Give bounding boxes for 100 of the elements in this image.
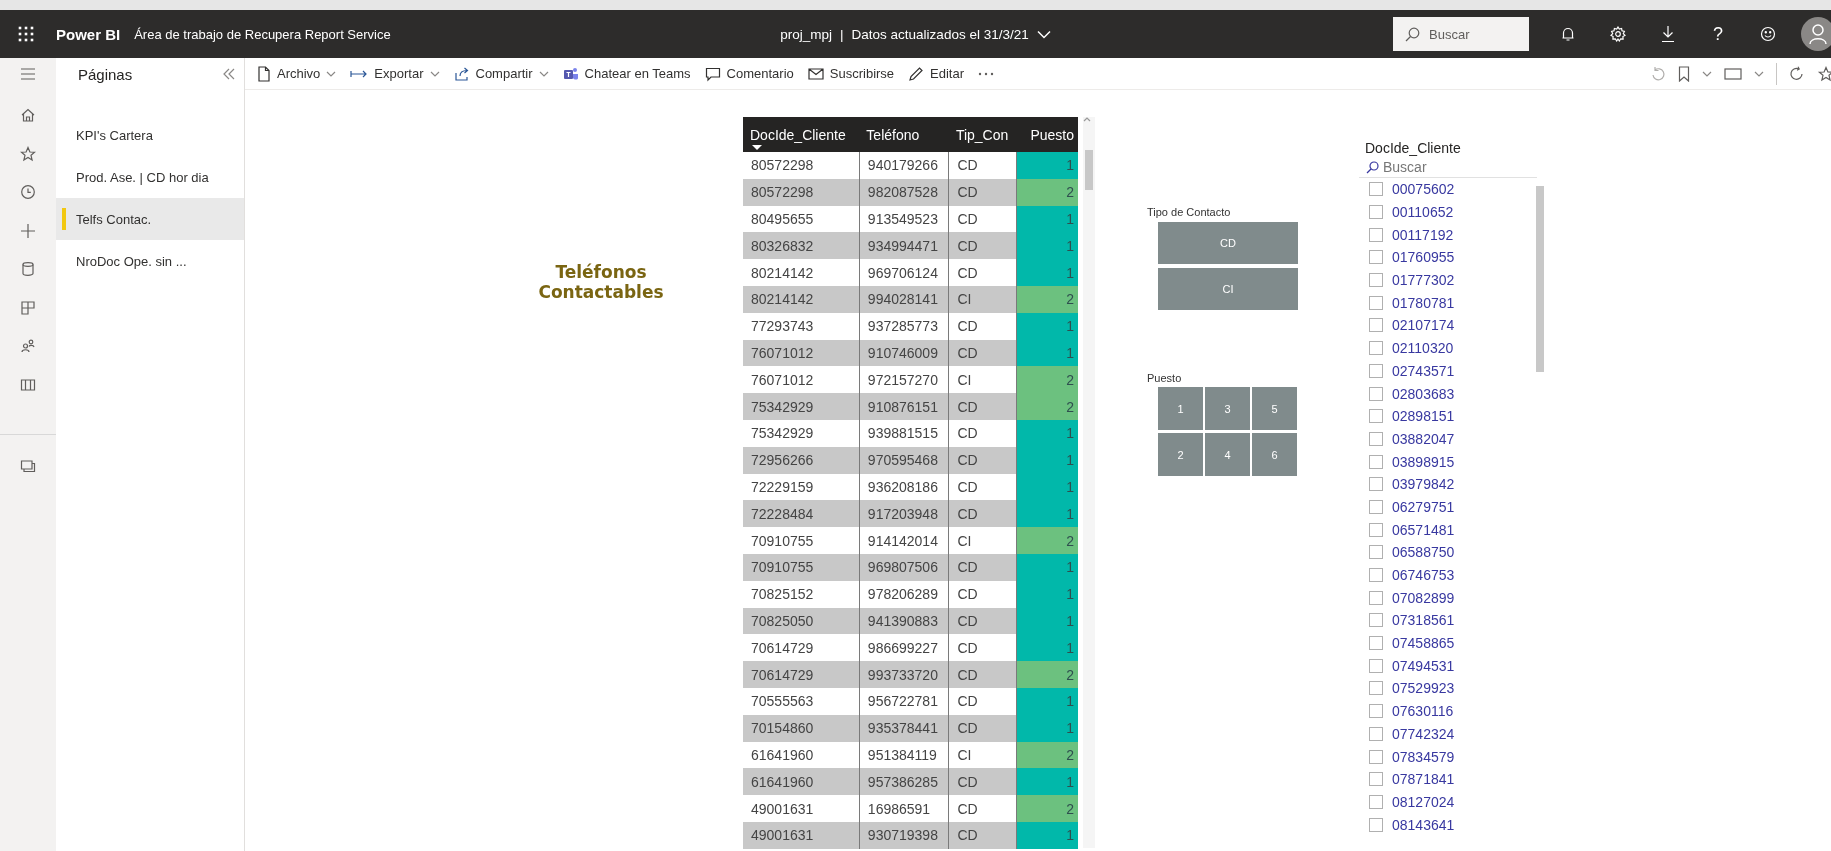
column-header[interactable]: Tip_Con xyxy=(948,117,1017,152)
collapse-icon[interactable] xyxy=(222,68,236,80)
checkbox[interactable] xyxy=(1369,295,1383,310)
checkbox[interactable] xyxy=(1369,386,1383,401)
mail-icon[interactable] xyxy=(807,66,824,81)
checkbox[interactable] xyxy=(1369,772,1383,787)
toolbar-button[interactable]: Archivo xyxy=(257,65,337,82)
checkbox[interactable] xyxy=(1369,318,1383,333)
slicer-item[interactable]: 01777302 xyxy=(1392,272,1455,289)
checkbox[interactable] xyxy=(1369,250,1383,265)
apps-icon[interactable] xyxy=(18,26,34,42)
chevron-icon[interactable] xyxy=(1036,29,1051,39)
slicer-button[interactable]: 5 xyxy=(1252,387,1297,430)
slicer-item[interactable]: 02107174 xyxy=(1392,317,1455,334)
slicer-item[interactable]: 06571481 xyxy=(1392,521,1455,538)
slicer-button[interactable]: 3 xyxy=(1205,387,1250,430)
scrollbar[interactable] xyxy=(1083,117,1095,848)
slicer-item[interactable]: 07529923 xyxy=(1392,680,1455,697)
checkbox[interactable] xyxy=(1369,273,1383,288)
checkbox[interactable] xyxy=(1369,454,1383,469)
toolbar-button[interactable]: Comentario xyxy=(704,65,794,82)
slicer-button[interactable]: 1 xyxy=(1158,387,1203,430)
checkbox[interactable] xyxy=(1369,182,1383,197)
download-icon[interactable] xyxy=(1661,25,1675,43)
checkbox[interactable] xyxy=(1369,205,1383,220)
plus-icon[interactable] xyxy=(20,222,36,239)
bookmark-icon[interactable] xyxy=(1678,65,1690,82)
column-header[interactable]: Teléfono xyxy=(859,117,949,152)
toolbar-button[interactable]: Exportar xyxy=(350,66,440,81)
slicer-item[interactable]: 07834579 xyxy=(1392,748,1455,765)
checkbox[interactable] xyxy=(1369,545,1383,560)
slicer-item[interactable]: 07318561 xyxy=(1392,612,1455,629)
slicer-item[interactable]: 02803683 xyxy=(1392,385,1455,402)
clock-icon[interactable] xyxy=(20,184,36,201)
pencil-icon[interactable] xyxy=(908,65,925,82)
checkbox[interactable] xyxy=(1369,794,1383,809)
checkbox[interactable] xyxy=(1369,409,1383,424)
checkbox[interactable] xyxy=(1369,499,1383,514)
slicer-button[interactable]: CI xyxy=(1158,268,1298,310)
slicer-item[interactable]: 03898915 xyxy=(1392,453,1455,470)
undo-icon[interactable] xyxy=(1650,65,1666,82)
slicer-item[interactable]: 03882047 xyxy=(1392,430,1455,447)
slicer-item[interactable]: 02898151 xyxy=(1392,408,1455,425)
slicer-item[interactable]: 07630116 xyxy=(1392,703,1454,720)
slicer-item[interactable]: 08143641 xyxy=(1392,816,1455,833)
checkbox[interactable] xyxy=(1369,658,1383,673)
checkbox[interactable] xyxy=(1369,341,1383,356)
slicer-item[interactable]: 00117192 xyxy=(1392,226,1454,243)
checkbox[interactable] xyxy=(1369,817,1383,832)
slicer-item[interactable]: 06588750 xyxy=(1392,544,1455,561)
checkbox[interactable] xyxy=(1369,431,1383,446)
home-icon[interactable] xyxy=(20,107,36,124)
slicer-item[interactable]: 00075602 xyxy=(1392,181,1455,198)
checkbox[interactable] xyxy=(1369,636,1383,651)
search-field[interactable]: Buscar xyxy=(1359,156,1537,178)
slicer-button[interactable]: 6 xyxy=(1252,433,1297,476)
refresh-icon[interactable] xyxy=(1789,65,1805,82)
slicer-item[interactable]: 07742324 xyxy=(1392,725,1455,742)
search-field[interactable]: Buscar xyxy=(1393,17,1529,51)
checkbox[interactable] xyxy=(1369,522,1383,537)
slicer-item[interactable]: 01780781 xyxy=(1392,294,1455,311)
slicer-item[interactable]: 02110320 xyxy=(1392,340,1454,357)
help-button[interactable]: ? xyxy=(1693,23,1743,45)
layout-icon[interactable] xyxy=(20,299,36,316)
checkbox[interactable] xyxy=(1369,590,1383,605)
book-icon[interactable] xyxy=(20,376,36,393)
column-header[interactable]: Puesto xyxy=(1016,117,1078,152)
toolbar-button[interactable]: Editar xyxy=(908,65,965,82)
slicer-item[interactable]: 07458865 xyxy=(1392,635,1455,652)
page-tab[interactable]: Prod. Ase. | CD hor dia xyxy=(56,156,244,198)
checkbox[interactable] xyxy=(1369,363,1383,378)
toolbar-button[interactable]: Chatear en Teams xyxy=(562,65,691,82)
comment-icon[interactable] xyxy=(704,65,721,82)
workspace-name[interactable]: Área de trabajo de Recupera Report Service xyxy=(134,26,391,42)
checkbox[interactable] xyxy=(1369,613,1383,628)
slicer-item[interactable]: 08127024 xyxy=(1392,793,1455,810)
more-icon[interactable] xyxy=(978,71,995,76)
view-icon[interactable] xyxy=(1724,66,1742,81)
column-header[interactable]: DocIde_Cliente xyxy=(743,117,860,152)
slicer-item[interactable]: 06746753 xyxy=(1392,567,1455,584)
smiley-icon[interactable] xyxy=(1760,26,1776,42)
bell-icon[interactable] xyxy=(1560,26,1576,42)
checkbox[interactable] xyxy=(1369,568,1383,583)
avatar[interactable] xyxy=(1801,17,1831,51)
cylinder-icon[interactable] xyxy=(20,261,36,278)
slicer-item[interactable]: 03979842 xyxy=(1392,476,1455,493)
slicer-button[interactable]: 4 xyxy=(1205,433,1250,476)
slicer-item[interactable]: 06279751 xyxy=(1392,498,1455,515)
toolbar-button[interactable]: Compartir xyxy=(453,65,549,82)
toolbar-button[interactable]: Suscribirse xyxy=(807,66,895,81)
page-tab[interactable]: Telfs Contac. xyxy=(56,198,244,240)
checkbox[interactable] xyxy=(1369,227,1383,242)
window-icon[interactable] xyxy=(20,458,36,475)
checkbox[interactable] xyxy=(1369,477,1383,492)
slicer-item[interactable]: 07494531 xyxy=(1392,657,1455,674)
slicer-item[interactable]: 02743571 xyxy=(1392,362,1455,379)
slicer-item[interactable]: 00110652 xyxy=(1392,204,1454,221)
app-name[interactable]: Power BI xyxy=(56,25,121,43)
settings-icon[interactable] xyxy=(1610,26,1626,42)
checkbox[interactable] xyxy=(1369,726,1383,741)
